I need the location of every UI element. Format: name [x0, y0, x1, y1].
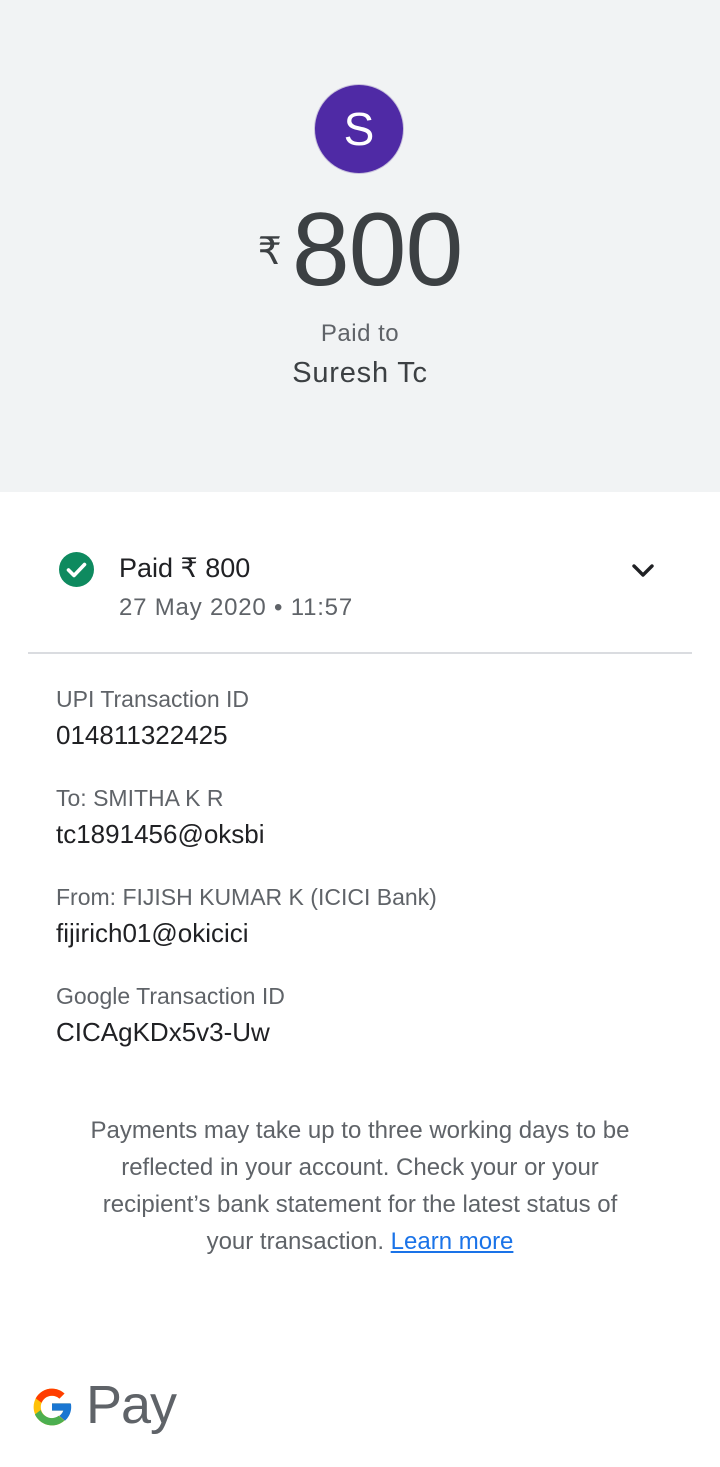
google-transaction-id-value: CICAgKDx5v3-Uw [56, 1017, 270, 1047]
pay-wordmark: Pay [86, 1375, 177, 1435]
sender-details: From: FIJISH KUMAR K (ICICI Bank) fijiri… [56, 882, 676, 950]
notice-text: Payments may take up to three working da… [90, 1117, 630, 1255]
amount-display: ₹800 [0, 195, 720, 305]
google-transaction-id-label: Google Transaction ID [56, 983, 285, 1009]
upi-transaction-id-value: 014811322425 [56, 720, 228, 750]
paid-to-label: Paid to [320, 320, 400, 347]
sender-label: From: FIJISH KUMAR K (ICICI Bank) [56, 884, 437, 910]
transaction-status-row[interactable]: Paid ₹ 800 27 May 2020 • 11:57 [28, 540, 692, 654]
payment-header: S ₹800 Paid to Suresh Tc [0, 0, 720, 492]
upi-transaction-id-label: UPI Transaction ID [56, 686, 250, 712]
check-circle-icon [59, 552, 94, 587]
recipient-upi-id: tc1891456@oksbi [56, 819, 265, 849]
currency-symbol: ₹ [257, 231, 282, 273]
google-g-logo [33, 1388, 72, 1426]
google-transaction-id: Google Transaction ID CICAgKDx5v3-Uw [56, 981, 676, 1049]
payee-avatar: S [315, 85, 403, 173]
upi-transaction-id: UPI Transaction ID 014811322425 [56, 684, 676, 752]
recipient-details: To: SMITHA K R tc1891456@oksbi [56, 783, 676, 851]
chevron-down-icon[interactable] [628, 556, 658, 586]
processing-notice: Payments may take up to three working da… [90, 1112, 630, 1260]
learn-more-link[interactable]: Learn more [391, 1228, 514, 1255]
recipient-label: To: SMITHA K R [56, 785, 224, 811]
sender-upi-id: fijirich01@okicici [56, 918, 249, 948]
payment-amount: 800 [291, 192, 464, 308]
status-datetime: 27 May 2020 • 11:57 [119, 594, 353, 621]
payee-name: Suresh Tc [292, 357, 428, 389]
status-title: Paid ₹ 800 [119, 553, 251, 583]
